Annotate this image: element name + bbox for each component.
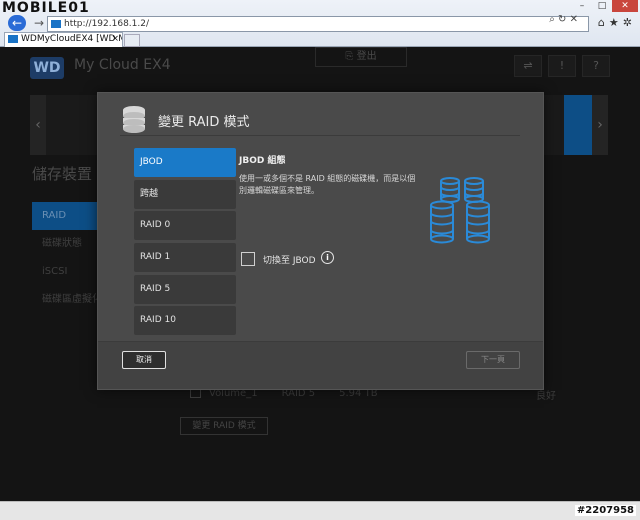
nav-prev-arrow[interactable]: ‹ (30, 95, 46, 155)
site-favicon-icon (51, 19, 61, 28)
logout-icon: ⎘ (345, 51, 357, 62)
mode-detail-title: JBOD 組態 (239, 156, 286, 166)
next-button[interactable]: 下一頁 (466, 351, 520, 369)
toolbar-icons: ⌂★✲ (598, 16, 636, 29)
address-bar[interactable]: http://192.168.1.2/ (47, 16, 589, 32)
gear-icon[interactable]: ✲ (623, 16, 636, 29)
maximize-button[interactable]: □ (592, 0, 612, 12)
stop-icon[interactable]: ✕ (570, 14, 578, 25)
header-icons: ⇌!? (508, 55, 610, 77)
modal-footer: 取消 下一頁 (98, 342, 543, 389)
address-tools[interactable]: ⌕ ↻ ✕ (549, 14, 578, 25)
forward-button[interactable]: → (30, 15, 48, 31)
change-raid-button[interactable]: 變更 RAID 模式 (180, 417, 268, 435)
tab-favicon-icon (8, 34, 18, 43)
browser-chrome: MOBILE01 – □ ✕ ← → http://192.168.1.2/ ⌕… (0, 0, 640, 47)
raid-option-spanning[interactable]: 跨越 (134, 179, 236, 209)
back-button[interactable]: ← (8, 15, 26, 31)
sidebar-item-iscsi[interactable]: iSCSI (32, 258, 102, 286)
tab-title: WDMyCloudEX4 [WD My... (21, 34, 122, 44)
switch-jbod-checkbox[interactable] (241, 252, 255, 266)
raid-option-raid0[interactable]: RAID 0 (134, 211, 236, 241)
sidebar-item-disk-status[interactable]: 磁碟狀態 (32, 230, 102, 258)
tab-row: WDMyCloudEX4 [WD My... × (0, 32, 640, 47)
close-tab-icon[interactable]: × (111, 33, 119, 46)
new-tab-button[interactable] (124, 34, 140, 47)
nav-next-arrow[interactable]: › (592, 95, 608, 155)
refresh-icon[interactable]: ↻ (558, 14, 566, 25)
usb-icon[interactable]: ⇌ (514, 55, 542, 77)
alert-icon[interactable]: ! (548, 55, 576, 77)
sidebar-item-volume-virtualization[interactable]: 磁碟區虛擬化 (32, 286, 102, 314)
raid-option-raid5[interactable]: RAID 5 (134, 274, 236, 304)
cancel-button[interactable]: 取消 (122, 351, 166, 369)
star-icon[interactable]: ★ (609, 16, 623, 29)
disk-array-icon (430, 177, 490, 244)
switch-jbod-label: 切換至 JBOD (263, 256, 316, 266)
raid-option-raid10[interactable]: RAID 10 (134, 306, 236, 336)
address-url: http://192.168.1.2/ (64, 19, 149, 29)
database-icon (123, 106, 145, 133)
info-icon[interactable]: i (321, 251, 334, 264)
watermark: #2207958 (574, 505, 636, 516)
wd-logo: WD (30, 57, 64, 79)
modal-divider (120, 135, 520, 136)
close-window-button[interactable]: ✕ (612, 0, 638, 12)
raid-option-jbod[interactable]: JBOD (134, 148, 236, 177)
section-title: 儲存裝置 (32, 165, 93, 183)
minimize-button[interactable]: – (572, 0, 592, 12)
home-icon[interactable]: ⌂ (598, 16, 609, 29)
mode-detail-description: 使用一或多個不是 RAID 組態的磁碟機，而是以個別邏輯磁碟區來管理。 (239, 174, 416, 195)
raid-mode-list: JBOD 跨越 RAID 0 RAID 1 RAID 5 RAID 10 (134, 148, 236, 338)
modal-header: 變更 RAID 模式 (98, 93, 543, 135)
status-bar: #2207958 (0, 501, 640, 520)
raid-option-raid1[interactable]: RAID 1 (134, 243, 236, 273)
modal-title: 變更 RAID 模式 (158, 115, 250, 130)
tab-wdmycloud[interactable]: WDMyCloudEX4 [WD My... × (4, 32, 123, 47)
address-row: ← → http://192.168.1.2/ ⌕ ↻ ✕ ⌂★✲ (0, 14, 640, 32)
storage-sidebar: RAID 磁碟狀態 iSCSI 磁碟區虛擬化 (32, 202, 102, 314)
logout-button[interactable]: ⎘ 登出 (315, 47, 407, 67)
logout-label: 登出 (356, 51, 377, 62)
wd-header: WD My Cloud EX4 ⎘ 登出 ⇌!? (30, 47, 610, 89)
nav-active-item[interactable] (564, 95, 592, 155)
device-title: My Cloud EX4 (74, 57, 171, 73)
search-icon[interactable]: ⌕ (549, 14, 555, 25)
help-icon[interactable]: ? (582, 55, 610, 77)
sidebar-item-raid[interactable]: RAID (32, 202, 102, 230)
change-raid-modal: 變更 RAID 模式 JBOD 跨越 RAID 0 RAID 1 RAID 5 … (97, 92, 544, 390)
title-bar: MOBILE01 – □ ✕ (0, 0, 640, 16)
